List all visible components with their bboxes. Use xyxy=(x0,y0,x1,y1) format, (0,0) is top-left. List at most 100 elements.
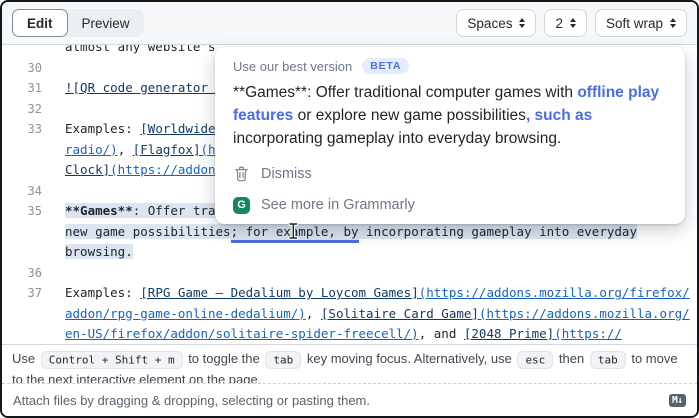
line-number: 36 xyxy=(2,263,42,284)
markdown-icon: M↓ xyxy=(669,394,686,407)
up-down-arrows-icon xyxy=(670,18,676,28)
tab-edit[interactable]: Edit xyxy=(12,9,68,37)
indent-size-select[interactable]: 2 xyxy=(544,9,587,37)
line-number xyxy=(2,324,42,345)
code-segment: , xyxy=(306,306,321,321)
up-down-arrows-icon xyxy=(570,18,576,28)
code-line: ![QR code generator xyxy=(42,78,216,99)
suggestion-segment: , such as xyxy=(526,107,592,124)
indent-mode-value: Spaces xyxy=(467,16,512,31)
code-segment: incorporating gameplay into everyday xyxy=(359,224,637,239)
code-line xyxy=(42,99,65,120)
tab-preview[interactable]: Preview xyxy=(68,9,144,37)
suggestion-segment: incorporating gameplay into everyday bro… xyxy=(233,130,561,147)
code-line: new game possibilities; for example, by … xyxy=(42,222,637,243)
suggestion-segment: or explore new game possibilities xyxy=(293,107,526,124)
line-number xyxy=(2,140,42,161)
code-segment: Examples: xyxy=(65,121,140,136)
line-number xyxy=(2,242,42,263)
trash-icon xyxy=(233,166,250,182)
code-segment: , xyxy=(118,142,133,157)
see-more-label: See more in Grammarly xyxy=(261,197,415,213)
code-segment: , and xyxy=(419,326,464,341)
code-line: **Games**: Offer tra xyxy=(42,201,216,222)
keyboard-hint-bar: Use Control + Shift + m to toggle the ta… xyxy=(2,344,697,383)
hint-text: Use xyxy=(12,351,39,366)
code-segment: [Flagfox] xyxy=(133,142,201,157)
code-segment: Clock] xyxy=(65,162,110,177)
popup-header: Use our best version BETA xyxy=(233,58,667,74)
kbd-chip: esc xyxy=(517,351,553,369)
code-segment: [2048 Prime] xyxy=(464,326,554,341)
code-line: addon/rpg-game-online-dedalium/), [Solit… xyxy=(42,304,690,325)
grammarly-g-icon: G xyxy=(233,197,250,214)
attach-files-label: Attach files by dragging & dropping, sel… xyxy=(13,393,370,408)
code-segment: addon/rpg-game-online-dedalium/) xyxy=(65,306,306,321)
code-line xyxy=(42,263,65,284)
code-segment: new game possibilities xyxy=(65,224,231,239)
code-segment: **Games** xyxy=(65,203,133,218)
indent-size-value: 2 xyxy=(555,16,563,31)
code-segment: [Solitaire Card Game] xyxy=(321,306,479,321)
hint-text: then xyxy=(555,351,588,366)
code-row: en-US/firefox/addon/solitaire-spider-fre… xyxy=(2,324,697,345)
line-number: 32 xyxy=(2,99,42,120)
suggestion-segment: **Games**: Offer traditional computer ga… xyxy=(233,84,577,101)
editor-toolbar: Edit Preview Spaces 2 Soft wrap xyxy=(2,2,697,45)
line-number: 33 xyxy=(2,119,42,140)
see-more-in-grammarly-button[interactable]: G See more in Grammarly xyxy=(233,194,667,216)
popup-header-label: Use our best version xyxy=(233,59,352,74)
code-segment: ![QR code generator xyxy=(65,80,216,95)
code-segment: (https:// xyxy=(554,326,622,341)
code-segment: (https://addons.mozilla.org/firefox/ xyxy=(419,285,690,300)
code-line: Examples: [RPG Game – Dedalium by Loycom… xyxy=(42,283,690,304)
hint-text: key moving focus. Alternatively, use xyxy=(303,351,515,366)
code-segment: (https://addon xyxy=(110,162,215,177)
line-number xyxy=(2,304,42,325)
code-segment: : Offer tra xyxy=(133,203,216,218)
indent-mode-select[interactable]: Spaces xyxy=(456,9,536,37)
wrap-mode-select[interactable]: Soft wrap xyxy=(595,9,687,37)
hint-text: to toggle the xyxy=(185,351,264,366)
text-cursor-icon xyxy=(288,222,299,240)
code-line xyxy=(42,181,65,202)
line-number: 37 xyxy=(2,283,42,304)
suggested-text: **Games**: Offer traditional computer ga… xyxy=(233,81,667,150)
line-number: 30 xyxy=(2,58,42,79)
markdown-editor-window: Edit Preview Spaces 2 Soft wrap almost a… xyxy=(0,0,699,418)
attach-files-bar[interactable]: Attach files by dragging & dropping, sel… xyxy=(2,383,697,416)
code-row: 37Examples: [RPG Game – Dedalium by Loyc… xyxy=(2,283,697,304)
code-line: Clock](https://addon xyxy=(42,160,216,181)
line-number: 31 xyxy=(2,78,42,99)
line-number xyxy=(2,160,42,181)
dismiss-button[interactable]: Dismiss xyxy=(233,163,667,185)
code-segment: en-US/firefox/addon/solitaire-spider-fre… xyxy=(65,326,419,341)
grammarly-suggestion-popup: Use our best version BETA **Games**: Off… xyxy=(215,47,685,224)
code-segment: [RPG Game – Dedalium by Loycom Games] xyxy=(140,285,418,300)
beta-badge: BETA xyxy=(362,58,409,74)
code-line: radio/), [Flagfox](h xyxy=(42,140,216,161)
wrap-mode-value: Soft wrap xyxy=(606,16,663,31)
line-number: 34 xyxy=(2,181,42,202)
code-line xyxy=(42,58,65,79)
code-segment: (h xyxy=(200,142,215,157)
code-segment: browsing. xyxy=(65,244,133,259)
edit-preview-tabs: Edit Preview xyxy=(12,9,144,37)
code-row: 36 xyxy=(2,263,697,284)
line-number xyxy=(2,222,42,243)
kbd-chip: tab xyxy=(265,351,301,369)
code-row: browsing. xyxy=(2,242,697,263)
dismiss-label: Dismiss xyxy=(261,166,312,182)
line-number: 35 xyxy=(2,201,42,222)
code-line: Examples: [Worldwide xyxy=(42,119,216,140)
code-segment: (https://addons.mozilla.org/ xyxy=(479,306,690,321)
code-row: new game possibilities; for example, by … xyxy=(2,222,697,243)
code-segment: [Worldwide xyxy=(140,121,215,136)
code-segment: radio/) xyxy=(65,142,118,157)
kbd-chip: tab xyxy=(590,351,626,369)
up-down-arrows-icon xyxy=(519,18,525,28)
code-segment: Examples: xyxy=(65,285,140,300)
code-row: addon/rpg-game-online-dedalium/), [Solit… xyxy=(2,304,697,325)
code-line: browsing. xyxy=(42,242,133,263)
kbd-chip: Control + Shift + m xyxy=(41,351,183,369)
